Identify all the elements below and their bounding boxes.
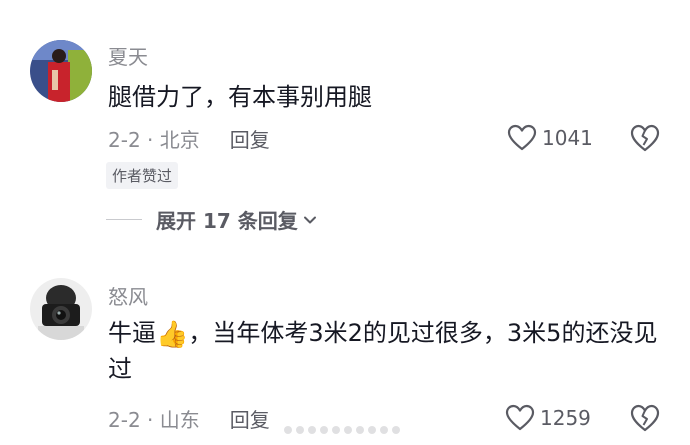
date-location: 2-2 · 北京	[108, 128, 200, 152]
like-button[interactable]: 1041	[507, 124, 593, 152]
username[interactable]: 夏天	[108, 41, 148, 70]
expand-replies-label: 展开 17 条回复	[156, 209, 298, 233]
comment-meta: 2-2 · 山东 回复	[108, 404, 270, 433]
thumbs-up-emoji: 👍	[156, 320, 189, 350]
comment-item: 夏天 腿借力了，有本事别用腿 2-2 · 北京 回复 作者赞过 1041 展开 …	[0, 0, 690, 260]
expand-replies-button[interactable]: 展开 17 条回复	[106, 205, 318, 234]
like-count: 1041	[542, 126, 593, 150]
chevron-down-icon	[303, 216, 316, 223]
avatar[interactable]	[30, 40, 92, 102]
comment-meta: 2-2 · 北京 回复	[108, 124, 270, 153]
like-button[interactable]: 1259	[505, 404, 591, 432]
dislike-button[interactable]	[630, 403, 660, 437]
divider-line	[106, 219, 142, 220]
dislike-button[interactable]	[630, 123, 660, 157]
heart-outline-icon	[505, 404, 535, 431]
reply-button[interactable]: 回复	[230, 124, 270, 153]
comment-text: 牛逼👍，当年体考3米2的见过很多，3米5的还没见过	[108, 316, 668, 386]
date-location: 2-2 · 山东	[108, 408, 200, 432]
avatar[interactable]	[30, 278, 92, 340]
comment-text: 腿借力了，有本事别用腿	[108, 83, 372, 111]
reply-button[interactable]: 回复	[230, 404, 270, 433]
like-count: 1259	[540, 406, 591, 430]
avatar-image	[30, 278, 92, 340]
watermark	[282, 421, 402, 439]
broken-heart-icon	[630, 124, 660, 152]
username[interactable]: 怒风	[108, 281, 148, 310]
heart-outline-icon	[507, 124, 537, 151]
broken-heart-icon	[630, 404, 660, 432]
author-liked-badge: 作者赞过	[106, 162, 179, 189]
comment-item: 怒风 牛逼👍，当年体考3米2的见过很多，3米5的还没见过 2-2 · 山东 回复…	[0, 268, 690, 445]
avatar-image	[30, 40, 92, 102]
comment-text-part: ，当年体考3米2的见过很多，3米5的还没见过	[108, 319, 658, 383]
comment-text-part: 牛逼	[108, 319, 156, 347]
